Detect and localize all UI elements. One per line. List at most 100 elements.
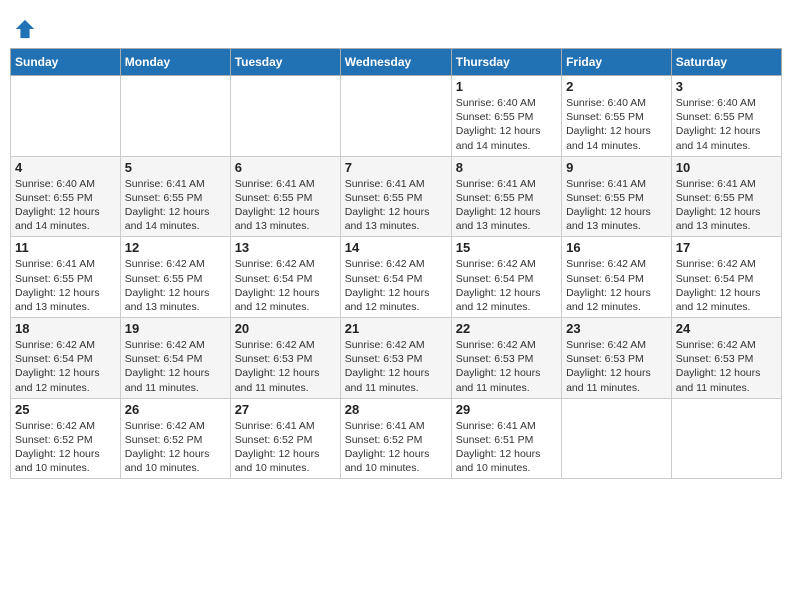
day-info: Sunrise: 6:42 AM Sunset: 6:53 PM Dayligh… (235, 338, 336, 395)
calendar-cell: 9 Sunrise: 6:41 AM Sunset: 6:55 PM Daylig… (562, 156, 672, 237)
day-number: 27 (235, 402, 336, 417)
day-info: Sunrise: 6:42 AM Sunset: 6:55 PM Dayligh… (125, 257, 226, 314)
day-number: 21 (345, 321, 447, 336)
day-number: 28 (345, 402, 447, 417)
day-number: 9 (566, 160, 667, 175)
weekday-header: Thursday (451, 49, 561, 76)
day-info: Sunrise: 6:42 AM Sunset: 6:52 PM Dayligh… (15, 419, 116, 476)
weekday-header: Sunday (11, 49, 121, 76)
day-info: Sunrise: 6:41 AM Sunset: 6:55 PM Dayligh… (125, 177, 226, 234)
day-info: Sunrise: 6:41 AM Sunset: 6:52 PM Dayligh… (345, 419, 447, 476)
day-info: Sunrise: 6:41 AM Sunset: 6:55 PM Dayligh… (345, 177, 447, 234)
day-number: 15 (456, 240, 557, 255)
day-number: 13 (235, 240, 336, 255)
day-number: 5 (125, 160, 226, 175)
calendar-cell: 25 Sunrise: 6:42 AM Sunset: 6:52 PM Dayli… (11, 398, 121, 479)
day-number: 14 (345, 240, 447, 255)
day-number: 11 (15, 240, 116, 255)
calendar-cell (562, 398, 672, 479)
day-number: 20 (235, 321, 336, 336)
calendar-cell: 26Sunrise: 6:42 AM Sunset: 6:52 PM Dayli… (120, 398, 230, 479)
logo (14, 18, 38, 40)
weekday-header: Tuesday (230, 49, 340, 76)
calendar-cell: 22 Sunrise: 6:42 AM Sunset: 6:53 PM Dayli… (451, 318, 561, 399)
calendar-cell: 13 Sunrise: 6:42 AM Sunset: 6:54 PM Dayli… (230, 237, 340, 318)
calendar-cell: 3 Sunrise: 6:40 AM Sunset: 6:55 PM Daylig… (671, 76, 781, 157)
page-header (10, 10, 782, 40)
day-info: Sunrise: 6:42 AM Sunset: 6:54 PM Dayligh… (15, 338, 116, 395)
weekday-header: Wednesday (340, 49, 451, 76)
day-info: Sunrise: 6:42 AM Sunset: 6:54 PM Dayligh… (566, 257, 667, 314)
day-info: Sunrise: 6:40 AM Sunset: 6:55 PM Dayligh… (566, 96, 667, 153)
calendar-cell: 17 Sunrise: 6:42 AM Sunset: 6:54 PM Dayli… (671, 237, 781, 318)
day-info: Sunrise: 6:41 AM Sunset: 6:52 PM Dayligh… (235, 419, 336, 476)
day-number: 1 (456, 79, 557, 94)
day-number: 25 (15, 402, 116, 417)
weekday-header: Friday (562, 49, 672, 76)
weekday-header: Monday (120, 49, 230, 76)
calendar-week-row: 1 Sunrise: 6:40 AM Sunset: 6:55 PM Daylig… (11, 76, 782, 157)
calendar-table: SundayMondayTuesdayWednesdayThursdayFrid… (10, 48, 782, 479)
logo-icon (14, 18, 36, 40)
day-info: Sunrise: 6:42 AM Sunset: 6:54 PM Dayligh… (676, 257, 777, 314)
day-number: 19 (125, 321, 226, 336)
day-number: 6 (235, 160, 336, 175)
calendar-cell (230, 76, 340, 157)
calendar-week-row: 4 Sunrise: 6:40 AM Sunset: 6:55 PM Daylig… (11, 156, 782, 237)
calendar-cell: 10 Sunrise: 6:41 AM Sunset: 6:55 PM Dayli… (671, 156, 781, 237)
calendar-cell: 12Sunrise: 6:42 AM Sunset: 6:55 PM Dayli… (120, 237, 230, 318)
day-info: Sunrise: 6:41 AM Sunset: 6:55 PM Dayligh… (15, 257, 116, 314)
calendar-cell: 18 Sunrise: 6:42 AM Sunset: 6:54 PM Dayli… (11, 318, 121, 399)
calendar-cell: 2 Sunrise: 6:40 AM Sunset: 6:55 PM Daylig… (562, 76, 672, 157)
calendar-cell (671, 398, 781, 479)
day-info: Sunrise: 6:42 AM Sunset: 6:54 PM Dayligh… (125, 338, 226, 395)
weekday-header-row: SundayMondayTuesdayWednesdayThursdayFrid… (11, 49, 782, 76)
day-info: Sunrise: 6:42 AM Sunset: 6:54 PM Dayligh… (345, 257, 447, 314)
day-info: Sunrise: 6:41 AM Sunset: 6:55 PM Dayligh… (676, 177, 777, 234)
calendar-cell: 8 Sunrise: 6:41 AM Sunset: 6:55 PM Daylig… (451, 156, 561, 237)
day-number: 2 (566, 79, 667, 94)
day-number: 18 (15, 321, 116, 336)
calendar-cell: 5 Sunrise: 6:41 AM Sunset: 6:55 PM Daylig… (120, 156, 230, 237)
day-info: Sunrise: 6:41 AM Sunset: 6:55 PM Dayligh… (235, 177, 336, 234)
day-info: Sunrise: 6:42 AM Sunset: 6:52 PM Dayligh… (125, 419, 226, 476)
calendar-cell: 11 Sunrise: 6:41 AM Sunset: 6:55 PM Dayli… (11, 237, 121, 318)
day-number: 7 (345, 160, 447, 175)
calendar-cell: 29 Sunrise: 6:41 AM Sunset: 6:51 PM Dayli… (451, 398, 561, 479)
calendar-cell: 16 Sunrise: 6:42 AM Sunset: 6:54 PM Dayli… (562, 237, 672, 318)
day-number: 23 (566, 321, 667, 336)
day-number: 16 (566, 240, 667, 255)
calendar-cell: 15Sunrise: 6:42 AM Sunset: 6:54 PM Dayli… (451, 237, 561, 318)
calendar-cell: 7 Sunrise: 6:41 AM Sunset: 6:55 PM Daylig… (340, 156, 451, 237)
day-info: Sunrise: 6:42 AM Sunset: 6:53 PM Dayligh… (676, 338, 777, 395)
day-info: Sunrise: 6:40 AM Sunset: 6:55 PM Dayligh… (676, 96, 777, 153)
day-number: 24 (676, 321, 777, 336)
day-number: 22 (456, 321, 557, 336)
calendar-cell: 23 Sunrise: 6:42 AM Sunset: 6:53 PM Dayli… (562, 318, 672, 399)
day-number: 4 (15, 160, 116, 175)
day-info: Sunrise: 6:40 AM Sunset: 6:55 PM Dayligh… (456, 96, 557, 153)
calendar-cell: 28 Sunrise: 6:41 AM Sunset: 6:52 PM Dayli… (340, 398, 451, 479)
calendar-cell: 6 Sunrise: 6:41 AM Sunset: 6:55 PM Daylig… (230, 156, 340, 237)
day-info: Sunrise: 6:42 AM Sunset: 6:53 PM Dayligh… (345, 338, 447, 395)
day-number: 17 (676, 240, 777, 255)
calendar-cell: 4 Sunrise: 6:40 AM Sunset: 6:55 PM Daylig… (11, 156, 121, 237)
calendar-cell: 20 Sunrise: 6:42 AM Sunset: 6:53 PM Dayli… (230, 318, 340, 399)
day-number: 8 (456, 160, 557, 175)
day-info: Sunrise: 6:40 AM Sunset: 6:55 PM Dayligh… (15, 177, 116, 234)
calendar-week-row: 18 Sunrise: 6:42 AM Sunset: 6:54 PM Dayli… (11, 318, 782, 399)
day-info: Sunrise: 6:42 AM Sunset: 6:53 PM Dayligh… (456, 338, 557, 395)
day-info: Sunrise: 6:41 AM Sunset: 6:51 PM Dayligh… (456, 419, 557, 476)
day-info: Sunrise: 6:42 AM Sunset: 6:54 PM Dayligh… (235, 257, 336, 314)
calendar-cell: 14 Sunrise: 6:42 AM Sunset: 6:54 PM Dayli… (340, 237, 451, 318)
calendar-cell: 24 Sunrise: 6:42 AM Sunset: 6:53 PM Dayli… (671, 318, 781, 399)
day-info: Sunrise: 6:41 AM Sunset: 6:55 PM Dayligh… (566, 177, 667, 234)
day-number: 10 (676, 160, 777, 175)
calendar-cell: 19 Sunrise: 6:42 AM Sunset: 6:54 PM Dayli… (120, 318, 230, 399)
day-info: Sunrise: 6:41 AM Sunset: 6:55 PM Dayligh… (456, 177, 557, 234)
day-info: Sunrise: 6:42 AM Sunset: 6:53 PM Dayligh… (566, 338, 667, 395)
day-number: 29 (456, 402, 557, 417)
calendar-week-row: 25 Sunrise: 6:42 AM Sunset: 6:52 PM Dayli… (11, 398, 782, 479)
calendar-cell: 21 Sunrise: 6:42 AM Sunset: 6:53 PM Dayli… (340, 318, 451, 399)
day-number: 3 (676, 79, 777, 94)
